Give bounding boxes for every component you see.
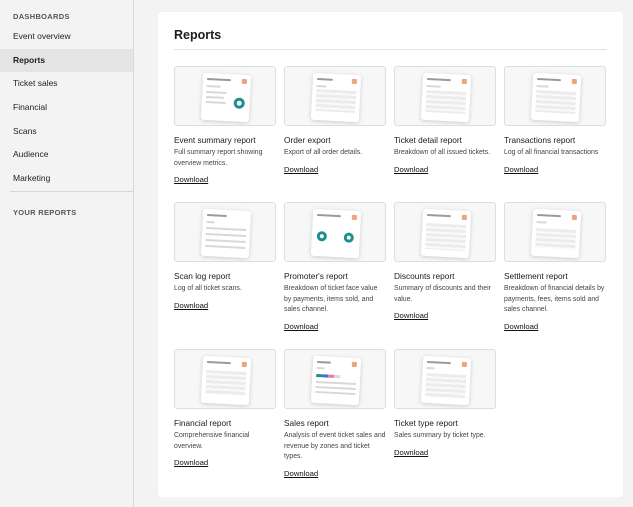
report-description: Comprehensive financial overview. [174,432,250,450]
report-title: Ticket detail report [394,135,462,145]
report-preview-image [200,72,252,123]
download-link[interactable]: Download [394,311,428,320]
download-link[interactable]: Download [174,301,208,310]
stacked-bar-icon [316,373,341,379]
report-title: Scan log report [174,271,231,281]
report-title: Settlement report [504,271,568,281]
report-preview-image [310,208,362,259]
report-thumbnail[interactable] [394,66,496,126]
report-preview-image [420,355,472,406]
report-card-event-summary: Event summary report Full summary report… [174,66,276,187]
report-description: Breakdown of ticket face value by paymen… [284,285,378,313]
report-title: Ticket type report [394,418,458,428]
report-thumbnail[interactable] [504,202,606,262]
download-link[interactable]: Download [284,322,318,331]
sidebar-item-scans[interactable]: Scans [0,120,133,144]
report-preview-image [200,208,252,259]
report-preview-image [420,208,472,259]
report-description: Export of all order details. [284,149,363,156]
sidebar-nav: Event overview Reports Ticket sales Fina… [0,25,133,191]
page-title: Reports [174,28,222,42]
title-divider [174,49,607,50]
report-thumbnail[interactable] [394,349,496,409]
sidebar-item-financial[interactable]: Financial [0,96,133,120]
sidebar-heading-dashboards: DASHBOARDS [13,12,70,21]
report-description: Analysis of event ticket sales and reven… [284,432,386,460]
report-card-transactions: Transactions report Log of all financial… [504,66,606,177]
download-link[interactable]: Download [394,448,428,457]
report-card-discounts: Discounts report Summary of discounts an… [394,202,496,323]
download-link[interactable]: Download [174,175,208,184]
sidebar-item-audience[interactable]: Audience [0,143,133,167]
download-link[interactable]: Download [504,165,538,174]
report-thumbnail[interactable] [504,66,606,126]
report-preview-image [310,72,362,123]
report-description: Breakdown of financial details by paymen… [504,285,605,313]
sidebar-item-event-overview[interactable]: Event overview [0,25,133,49]
report-card-ticket-type: Ticket type report Sales summary by tick… [394,349,496,460]
report-card-order-export: Order export Export of all order details… [284,66,386,177]
report-description: Full summary report showing overview met… [174,149,263,167]
sidebar-item-marketing[interactable]: Marketing [0,167,133,191]
report-card-settlement: Settlement report Breakdown of financial… [504,202,606,334]
report-description: Sales summary by ticket type. [394,432,486,439]
report-thumbnail[interactable] [174,349,276,409]
report-thumbnail[interactable] [284,66,386,126]
report-thumbnail[interactable] [174,66,276,126]
report-title: Transactions report [504,135,576,145]
download-link[interactable]: Download [504,322,538,331]
download-link[interactable]: Download [174,458,208,467]
report-title: Event summary report [174,135,256,145]
report-preview-image [310,355,362,406]
report-thumbnail[interactable] [284,349,386,409]
donut-chart-icon [343,232,355,243]
sidebar: DASHBOARDS Event overview Reports Ticket… [0,0,134,507]
report-title: Sales report [284,418,329,428]
report-description: Log of all financial transactions [504,149,599,156]
report-preview-image [200,355,252,406]
sidebar-item-ticket-sales[interactable]: Ticket sales [0,72,133,96]
report-title: Financial report [174,418,232,428]
report-description: Log of all ticket scans. [174,285,242,292]
report-card-sales: Sales report Analysis of event ticket sa… [284,349,386,481]
report-card-promoters: Promoter's report Breakdown of ticket fa… [284,202,386,334]
report-title: Order export [284,135,331,145]
donut-chart-icon [316,231,328,242]
download-link[interactable]: Download [284,469,318,478]
report-title: Promoter's report [284,271,348,281]
report-description: Summary of discounts and their value. [394,285,491,303]
donut-chart-icon [233,97,246,109]
sidebar-heading-your-reports: YOUR REPORTS [13,207,77,217]
report-title: Discounts report [394,271,455,281]
report-preview-image [530,72,582,123]
download-link[interactable]: Download [284,165,318,174]
report-thumbnail[interactable] [174,202,276,262]
report-preview-image [420,72,472,123]
download-link[interactable]: Download [394,165,428,174]
report-card-scan-log: Scan log report Log of all ticket scans.… [174,202,276,313]
report-thumbnail[interactable] [394,202,496,262]
reports-panel: Reports Event summary report Full summar… [158,12,623,497]
report-preview-image [530,208,582,259]
report-card-ticket-detail: Ticket detail report Breakdown of all is… [394,66,496,177]
report-description: Breakdown of all issued tickets. [394,149,491,156]
report-thumbnail[interactable] [284,202,386,262]
report-card-financial: Financial report Comprehensive financial… [174,349,276,470]
sidebar-item-reports[interactable]: Reports [0,48,133,73]
